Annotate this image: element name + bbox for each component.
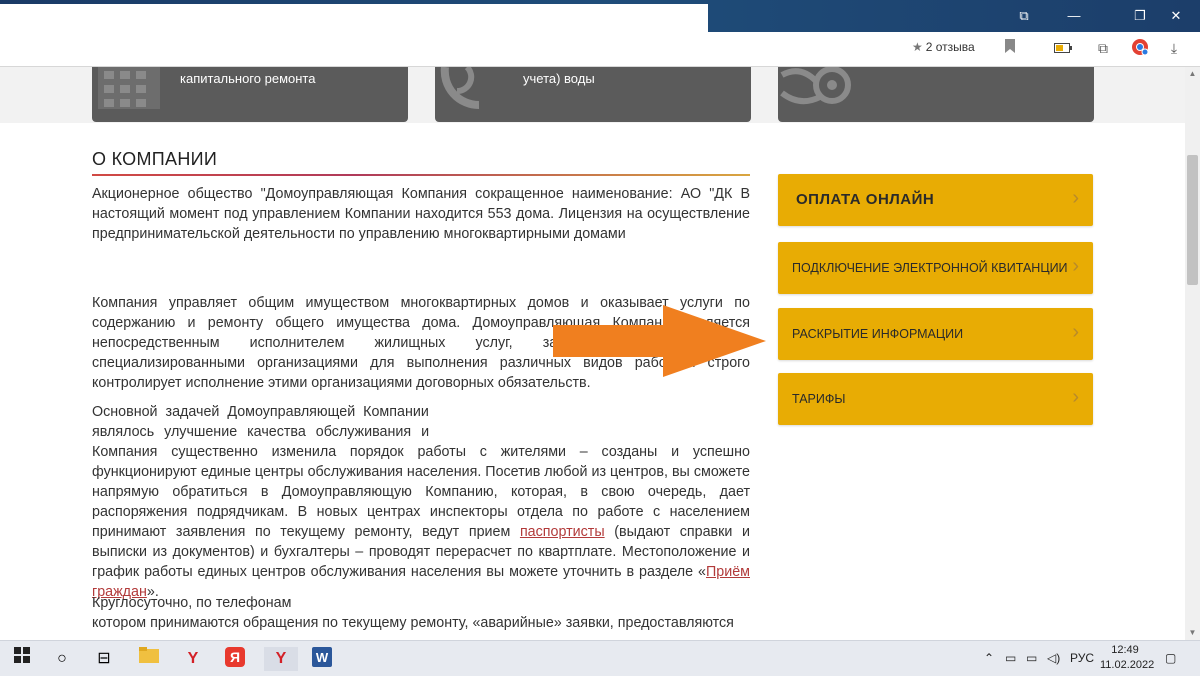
disclosure-label: РАСКРЫТИЕ ИНФОРМАЦИИ xyxy=(792,327,964,341)
chevron-right-icon: › xyxy=(1072,321,1079,343)
service-card-water-meter[interactable]: учета) воды xyxy=(435,67,751,122)
tariffs-button[interactable]: ТАРИФЫ › xyxy=(778,373,1093,425)
paragraph-intro: Акционерное общество "Домоуправляющая Ко… xyxy=(92,186,750,242)
web-page: капитального ремонта учета) воды О КОМПА… xyxy=(0,67,1185,640)
svg-text:W: W xyxy=(316,650,329,665)
minimize-icon[interactable]: — xyxy=(1062,6,1086,26)
chevron-right-icon: › xyxy=(1072,386,1079,408)
battery-icon[interactable]: ▭ xyxy=(1005,651,1016,665)
service-label-line: учета) воды xyxy=(523,71,595,86)
download-icon[interactable]: ⤓ xyxy=(1164,38,1184,58)
language-indicator[interactable]: РУС xyxy=(1070,651,1094,665)
task-view-icon[interactable]: ⊟ xyxy=(92,647,116,671)
e-receipt-label: ПОДКЛЮЧЕНИЕ ЭЛЕКТРОННОЙ КВИТАНЦИИ xyxy=(792,261,1068,275)
scroll-down-arrow-icon[interactable]: ▼ xyxy=(1187,628,1198,638)
service-card-third[interactable] xyxy=(778,67,1094,122)
service-label-line: капитального ремонта xyxy=(180,71,316,86)
yandex-browser-active-icon[interactable]: Y xyxy=(264,647,298,671)
paragraph-task-line2: являлось улучшение качества обслуживания… xyxy=(92,424,430,440)
disclosure-button[interactable]: РАСКРЫТИЕ ИНФОРМАЦИИ › xyxy=(778,308,1093,360)
chevron-right-icon: › xyxy=(1072,187,1079,209)
svg-text:Я: Я xyxy=(230,649,240,665)
service-card-capital-repair[interactable]: капитального ремонта xyxy=(92,67,408,122)
notifications-icon[interactable]: ▢ xyxy=(1165,651,1176,665)
scrollbar-thumb[interactable] xyxy=(1187,155,1198,285)
star-icon: ★ xyxy=(912,40,923,54)
chevron-right-icon: › xyxy=(1072,255,1079,277)
e-receipt-button[interactable]: ПОДКЛЮЧЕНИЕ ЭЛЕКТРОННОЙ КВИТАНЦИИ › xyxy=(778,242,1093,294)
taskbar: ○ ⊟ Y Я Y W ⌃ ▭ ▭ ◁) РУС 12:49 11.02.202… xyxy=(0,640,1200,676)
network-icon[interactable]: ▭ xyxy=(1026,651,1037,665)
clock-date: 11.02.2022 xyxy=(1100,659,1155,671)
pipe-valve-icon xyxy=(780,67,851,109)
windows-start-icon[interactable] xyxy=(10,647,34,671)
paragraph-service-centers: Компания существенно изменила порядок ра… xyxy=(92,442,750,602)
paragraph-phone-line2: котором принимаются обращения по текущем… xyxy=(92,615,734,631)
search-icon[interactable]: ○ xyxy=(50,647,74,671)
passport-office-link[interactable]: паспортисты xyxy=(520,524,605,540)
address-bar-area[interactable] xyxy=(0,4,708,32)
tariffs-label: ТАРИФЫ xyxy=(792,392,846,406)
battery-saver-icon[interactable] xyxy=(1053,38,1073,58)
word-icon[interactable]: W xyxy=(310,647,334,671)
page-scrollbar[interactable] xyxy=(1185,67,1200,640)
tray-chevron-up-icon[interactable]: ⌃ xyxy=(984,651,994,665)
system-clock[interactable]: 12:49 11.02.2022 xyxy=(1100,643,1155,673)
section-title: О КОМПАНИИ xyxy=(92,149,218,169)
reviews-label: 2 отзыва xyxy=(925,40,975,54)
profile-icon[interactable] xyxy=(1130,38,1150,58)
clock-time: 12:49 xyxy=(1111,644,1139,656)
volume-icon[interactable]: ◁) xyxy=(1047,651,1060,665)
title-underline xyxy=(92,174,750,176)
browser-toolbar: ⧉ — ❐ ✕ ★ 2 отзыва ⧉ ⤓ xyxy=(0,0,1200,67)
paragraph-phone-line1: Круглосуточно, по телефонам xyxy=(92,595,292,611)
scroll-up-arrow-icon[interactable]: ▲ xyxy=(1187,69,1198,79)
orange-arrow-annotation xyxy=(553,305,766,377)
pay-online-button[interactable]: ОПЛАТА ОНЛАЙН › xyxy=(778,174,1093,226)
pay-online-label: ОПЛАТА ОНЛАЙН xyxy=(796,191,935,208)
yandex-browser-icon[interactable]: Y xyxy=(181,647,205,671)
bookmarks-panel-icon[interactable]: ⧉ xyxy=(1012,6,1036,26)
file-explorer-icon[interactable] xyxy=(137,647,161,671)
paragraph-task-line1: Основной задачей Домоуправляющей Компани… xyxy=(92,404,429,420)
bookmark-icon[interactable] xyxy=(1000,38,1020,58)
extensions-icon[interactable]: ⧉ xyxy=(1093,38,1113,58)
reviews-badge[interactable]: ★ 2 отзыва xyxy=(912,38,975,56)
close-icon[interactable]: ✕ xyxy=(1164,6,1188,26)
meter-icon xyxy=(437,67,507,110)
restore-icon[interactable]: ❐ xyxy=(1128,6,1152,26)
yandex-app-icon[interactable]: Я xyxy=(223,647,247,671)
building-icon xyxy=(94,67,164,109)
